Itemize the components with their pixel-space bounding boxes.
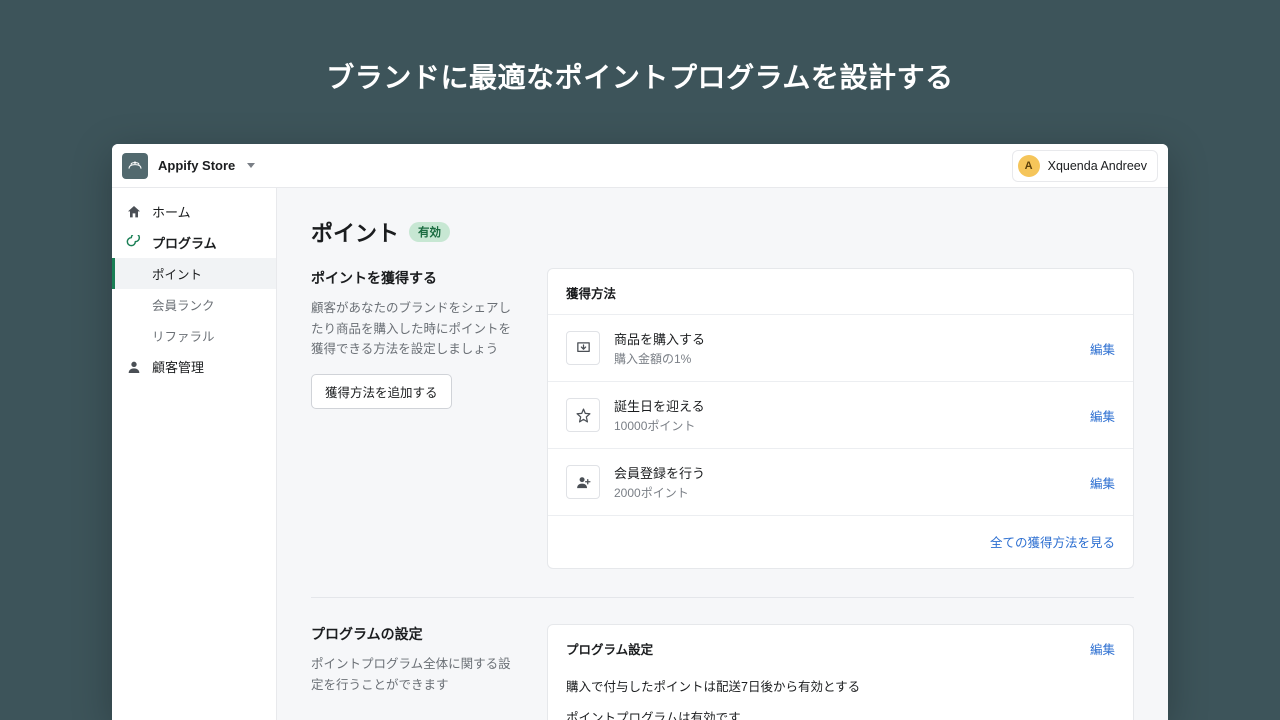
earn-card: 獲得方法 商品を購入する 購入金額の1% 編集 [547, 268, 1134, 569]
sidebar-item-customers[interactable]: 顧客管理 [112, 351, 276, 382]
sidebar-item-rank[interactable]: 会員ランク [112, 289, 276, 320]
earn-row: 誕生日を迎える 10000ポイント 編集 [548, 381, 1133, 448]
page-title: ポイント [311, 216, 399, 248]
program-icon [126, 235, 142, 251]
sidebar-item-home[interactable]: ホーム [112, 196, 276, 227]
divider [311, 597, 1134, 598]
earn-row-title: 会員登録を行う [614, 463, 1076, 482]
store-name: Appify Store [158, 158, 235, 173]
chevron-down-icon [247, 163, 255, 168]
app-window: Appify Store A Xquenda Andreev ホーム プログラム [112, 144, 1168, 720]
view-all-link[interactable]: 全ての獲得方法を見る [990, 536, 1115, 550]
hero-title: ブランドに最適なポイントプログラムを設計する [0, 0, 1280, 134]
earn-row: 商品を購入する 購入金額の1% 編集 [548, 314, 1133, 381]
earn-row-sub: 2000ポイント [614, 484, 1076, 501]
earn-row-sub: 購入金額の1% [614, 350, 1076, 367]
cart-icon [566, 331, 600, 365]
edit-link[interactable]: 編集 [1090, 406, 1115, 425]
earn-card-footer: 全ての獲得方法を見る [548, 515, 1133, 568]
avatar: A [1018, 155, 1040, 177]
sidebar-item-label: リファラル [152, 326, 215, 345]
home-icon [126, 204, 142, 220]
sidebar: ホーム プログラム ポイント 会員ランク リファラル 顧客管理 [112, 188, 277, 720]
sidebar-item-label: ポイント [152, 264, 202, 283]
star-icon [566, 398, 600, 432]
settings-card: プログラム設定 編集 購入で付与したポイントは配送7日後から有効とする ポイント… [547, 624, 1134, 720]
settings-card-header: プログラム設定 編集 [548, 625, 1133, 670]
store-logo-icon [122, 153, 148, 179]
topbar: Appify Store A Xquenda Andreev [112, 144, 1168, 188]
sidebar-item-referral[interactable]: リファラル [112, 320, 276, 351]
user-menu[interactable]: A Xquenda Andreev [1012, 150, 1158, 182]
sidebar-item-points[interactable]: ポイント [112, 258, 276, 289]
settings-card-title: プログラム設定 [566, 639, 653, 658]
person-icon [126, 359, 142, 375]
sidebar-item-label: 会員ランク [152, 295, 215, 314]
status-badge: 有効 [409, 222, 450, 242]
earn-row-sub: 10000ポイント [614, 417, 1076, 434]
page-header: ポイント 有効 [311, 216, 1134, 248]
sidebar-item-label: プログラム [152, 233, 217, 252]
store-selector[interactable]: Appify Store [122, 153, 255, 179]
earn-row: 会員登録を行う 2000ポイント 編集 [548, 448, 1133, 515]
edit-link[interactable]: 編集 [1090, 639, 1115, 658]
edit-link[interactable]: 編集 [1090, 339, 1115, 358]
edit-link[interactable]: 編集 [1090, 473, 1115, 492]
settings-section: プログラムの設定 ポイントプログラム全体に関する設定を行うことができます プログ… [311, 624, 1134, 720]
user-name: Xquenda Andreev [1048, 159, 1147, 173]
person-add-icon [566, 465, 600, 499]
earn-section-desc: 顧客があなたのブランドをシェアしたり商品を購入した時にポイントを獲得できる方法を… [311, 298, 521, 360]
earn-row-title: 商品を購入する [614, 329, 1076, 348]
sidebar-item-label: ホーム [152, 202, 191, 221]
sidebar-item-program[interactable]: プログラム [112, 227, 276, 258]
sidebar-item-label: 顧客管理 [152, 357, 204, 376]
add-earning-button[interactable]: 獲得方法を追加する [311, 374, 452, 409]
earn-section: ポイントを獲得する 顧客があなたのブランドをシェアしたり商品を購入した時にポイン… [311, 268, 1134, 569]
earn-section-title: ポイントを獲得する [311, 268, 521, 288]
settings-section-desc: ポイントプログラム全体に関する設定を行うことができます [311, 654, 521, 695]
setting-line: 購入で付与したポイントは配送7日後から有効とする [548, 672, 1133, 703]
setting-line: ポイントプログラムは有効です [548, 703, 1133, 720]
settings-section-title: プログラムの設定 [311, 624, 521, 644]
main-content: ポイント 有効 ポイントを獲得する 顧客があなたのブランドをシェアしたり商品を購… [277, 188, 1168, 720]
earn-row-title: 誕生日を迎える [614, 396, 1076, 415]
earn-card-header: 獲得方法 [548, 269, 1133, 314]
